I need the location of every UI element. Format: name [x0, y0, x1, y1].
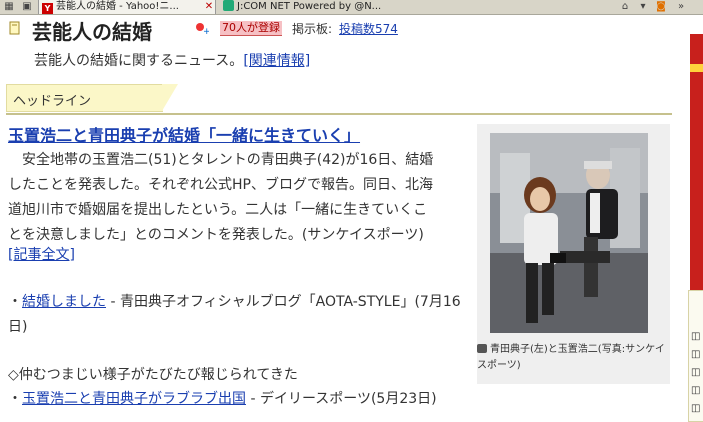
headline-divider — [6, 113, 672, 115]
related-subheading: ◇仲むつまじい様子がたびたび報じられてきた — [8, 367, 298, 383]
photo-caption-text: 青田典子(左)と玉置浩二(写真:サンケイスポーツ) — [477, 344, 665, 371]
new-tab-icon[interactable]: ▣ — [18, 0, 36, 14]
home-icon[interactable]: ⌂ — [616, 0, 634, 14]
right-sidebar: ◫ ◫ ◫ ◫ ◫ — [688, 16, 703, 422]
topic-description: 芸能人の結婚に関するニュース。[関連情報] — [34, 50, 310, 70]
ad-stripe — [690, 64, 703, 72]
sidebar-list-icon[interactable]: ◫ — [691, 349, 700, 360]
tab-list-icon[interactable]: ▦ — [0, 0, 18, 14]
page-title: 芸能人の結婚 — [32, 20, 152, 44]
rss-feed-icon[interactable]: ◙ — [652, 0, 670, 14]
document-icon — [9, 21, 20, 35]
jcom-favicon-icon — [223, 0, 234, 11]
related-item-link[interactable]: 玉置浩二と青田典子がラブラブ出国 — [22, 391, 246, 407]
photo-illustration — [490, 133, 648, 333]
tab-jcom[interactable]: J:COM NET Powered by @N... — [220, 0, 400, 14]
board-post-count-link[interactable]: 投稿数574 — [339, 20, 398, 37]
read-full-article-link[interactable]: [記事全文] — [8, 244, 75, 264]
sidebar-list-icon[interactable]: ◫ — [691, 331, 700, 342]
headline-tab: ヘッドライン — [6, 84, 163, 112]
subscriber-badge[interactable]: 70人が登録 — [220, 21, 282, 36]
description-text: 芸能人の結婚に関するニュース。 — [34, 53, 244, 69]
yahoo-favicon-icon: Y — [42, 3, 53, 14]
board-label: 掲示板: — [292, 22, 333, 36]
sidebar-list-icon[interactable]: ◫ — [691, 367, 700, 378]
svg-text:+: + — [203, 27, 209, 35]
more-icon[interactable]: » — [672, 0, 690, 14]
sidebar-box: ◫ ◫ ◫ ◫ ◫ — [688, 290, 703, 422]
bullet: ・ — [8, 391, 22, 407]
page-header: 芸能人の結婚 + 70人が登録 掲示板: 投稿数574 — [8, 16, 668, 44]
related-info-link[interactable]: [関連情報] — [243, 53, 310, 69]
close-tab-icon[interactable]: ✕ — [200, 0, 218, 14]
bullet: ・ — [8, 294, 22, 310]
ad-banner[interactable] — [690, 34, 703, 296]
headline-section-header: ヘッドライン — [6, 84, 672, 116]
tab-label: J:COM NET Powered by @N... — [237, 1, 382, 12]
photo-box: 青田典子(左)と玉置浩二(写真:サンケイスポーツ) — [477, 124, 670, 384]
related-item-link[interactable]: 結婚しました — [22, 294, 106, 310]
article-title-link[interactable]: 玉置浩二と青田典子が結婚「一緒に生きていく」 — [8, 122, 360, 146]
dropdown-icon[interactable]: ▾ — [634, 0, 652, 14]
sidebar-list-icon[interactable]: ◫ — [691, 403, 700, 414]
related-item: ・玉置浩二と青田典子がラブラブ出国 - デイリースポーツ(5月23日) — [8, 387, 478, 412]
headline-label: ヘッドライン — [13, 94, 92, 109]
camera-icon — [477, 344, 487, 353]
add-my-yahoo-icon[interactable]: + — [195, 21, 209, 35]
tab-label: 芸能人の結婚 - Yahoo!ニ... — [56, 1, 179, 12]
browser-tab-bar: ▦ ▣ Y 芸能人の結婚 - Yahoo!ニ... ✕ J:COM NET Pow… — [0, 0, 703, 15]
related-item-source: - デイリースポーツ(5月23日) — [246, 391, 437, 407]
sidebar-list-icon[interactable]: ◫ — [691, 385, 700, 396]
related-item: ・結婚しました - 青田典子オフィシャルブログ「AOTA-STYLE」(7月16… — [8, 290, 478, 340]
article-summary: 安全地帯の玉置浩二(51)とタレントの青田典子(42)が16日、結婚したことを発… — [8, 152, 434, 243]
headline-tab-corner — [162, 84, 178, 111]
photo-caption: 青田典子(左)と玉置浩二(写真:サンケイスポーツ) — [477, 342, 667, 374]
tab-yahoo[interactable]: Y 芸能人の結婚 - Yahoo!ニ... — [38, 0, 216, 14]
article-photo[interactable] — [490, 133, 648, 333]
